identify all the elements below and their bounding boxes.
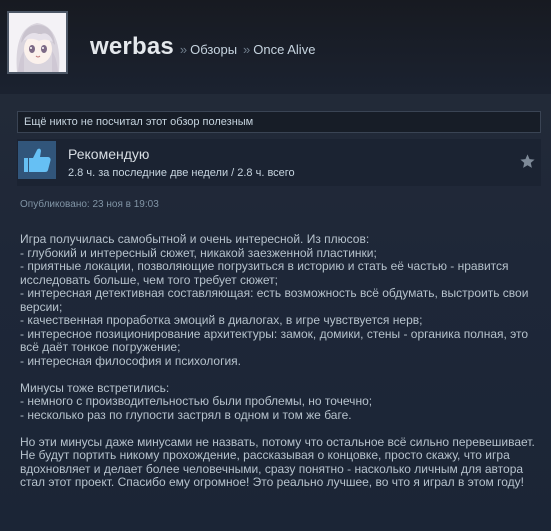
review-text: Игра получилась самобытной и очень интер…: [20, 232, 545, 503]
review-line: - качественная проработка эмоций в диало…: [20, 313, 423, 327]
recommendation-box: Рекомендую 2.8 ч. за последние две недел…: [17, 139, 541, 186]
playtime-hours: 2.8 ч. за последние две недели / 2.8 ч. …: [68, 167, 295, 179]
profile-header: werbas » Обзоры » Once Alive: [0, 0, 551, 94]
thumbs-up-icon: [18, 141, 56, 179]
review-line: - интересное позиционирование архитектур…: [20, 326, 529, 354]
review-line: - глубокий и интересный сюжет, никакой з…: [20, 245, 377, 260]
helpful-notice: Ещё никто не посчитал этот обзор полезны…: [17, 111, 541, 133]
review-line: - несколько раз по глупости застрял в од…: [20, 407, 352, 422]
avatar-image: [9, 13, 66, 72]
breadcrumb: werbas » Обзоры » Once Alive: [90, 33, 315, 63]
user-avatar[interactable]: [7, 11, 68, 74]
breadcrumb-game-link[interactable]: Once Alive: [253, 42, 315, 57]
review-line: - интересная философия и психология.: [20, 353, 242, 368]
review-line: - интересная детективная составляющая: е…: [20, 286, 529, 314]
review-line: Минусы тоже встретились:: [20, 380, 170, 395]
recommendation-title: Рекомендую: [68, 146, 150, 162]
breadcrumb-separator: »: [243, 42, 251, 57]
published-date: Опубликовано: 23 ноя в 19:03: [20, 199, 159, 210]
published-value: 23 ноя в 19:03: [92, 199, 159, 210]
review-content: Ещё никто не посчитал этот обзор полезны…: [0, 94, 551, 531]
published-label: Опубликовано:: [20, 199, 90, 210]
review-line: - немного с производительностью были про…: [20, 394, 373, 408]
review-line: - приятные локации, позволяющие погрузит…: [20, 259, 509, 287]
username-link[interactable]: werbas: [90, 33, 174, 61]
breadcrumb-reviews-link[interactable]: Обзоры: [190, 42, 237, 57]
review-paragraph-pros: Игра получилась самобытной и очень интер…: [20, 232, 545, 368]
review-paragraph-conclusion: Но эти минусы даже минусами не назвать, …: [20, 434, 535, 489]
star-icon[interactable]: [519, 153, 536, 170]
breadcrumb-separator: »: [179, 42, 188, 57]
review-line: Игра получилась самобытной и очень интер…: [20, 232, 370, 246]
review-paragraph-cons: Минусы тоже встретились: - немного с про…: [20, 380, 545, 423]
